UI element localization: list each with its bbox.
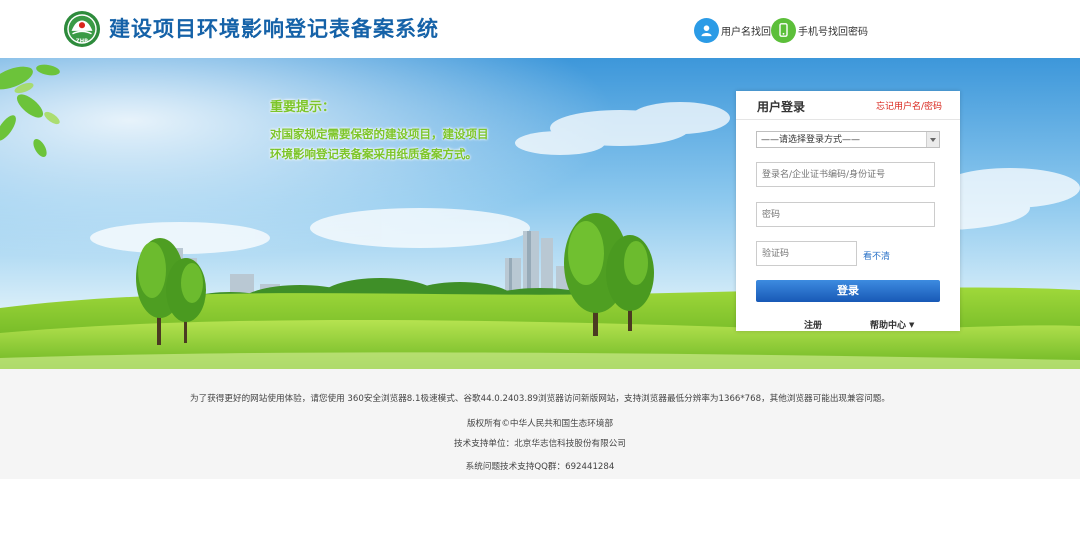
register-link[interactable]: 注册 [804,318,822,331]
zhb-emblem-icon: ZHB [63,10,101,48]
login-panel: 用户登录 忘记用户名/密码 ——请选择登录方式—— 看不清 登录 注册 帮助中心… [736,91,960,331]
login-button[interactable]: 登录 [756,280,940,302]
username-input[interactable] [756,162,935,187]
logo-text: ZHB [76,38,88,44]
qq-support-text: 系统问题技术支持QQ群：692441284 [465,462,615,472]
page-footer: 为了获得更好的网站使用体验，请您使用 360安全浏览器8.1极速模式、谷歌44.… [0,369,1080,479]
hero-banner: 重要提示： 对国家规定需要保密的建设项目，建设项目 环境影响登记表备案采用纸质备… [0,58,1080,369]
captcha-refresh-link[interactable]: 看不清 [863,249,890,262]
copyright-text: 版权所有©中华人民共和国生态环境部 [466,419,614,429]
notice-line: 环境影响登记表备案采用纸质备案方式。 [270,147,477,161]
mobile-phone-icon [771,17,796,43]
recover-password-label: 手机号找回密码 [798,26,868,38]
recover-username-link[interactable]: 用户名找回 [694,17,771,43]
forgot-credentials-link[interactable]: 忘记用户名/密码 [876,99,942,112]
caret-down-icon: ▼ [909,321,915,329]
site-title: 建设项目环境影响登记表备案系统 [109,17,439,41]
notice-line: 对国家规定需要保密的建设项目，建设项目 [270,127,489,141]
notice-body: 对国家规定需要保密的建设项目，建设项目 环境影响登记表备案采用纸质备案方式。 [270,124,530,164]
recover-password-by-phone-link[interactable]: 手机号找回密码 [771,17,868,43]
help-center-menu[interactable]: 帮助中心 ▼ [870,318,914,331]
user-icon [694,17,719,43]
login-method-select[interactable]: ——请选择登录方式—— [756,131,940,148]
tech-support-text: 技术支持单位：北京华志信科技股份有限公司 [454,439,626,449]
login-panel-header: 用户登录 忘记用户名/密码 [736,91,960,120]
browser-compat-notice: 为了获得更好的网站使用体验，请您使用 360安全浏览器8.1极速模式、谷歌44.… [190,394,890,404]
dropdown-arrow-icon [926,132,939,147]
login-title: 用户登录 [757,100,806,114]
login-method-selected: ——请选择登录方式—— [761,135,861,145]
captcha-input[interactable] [756,241,857,266]
recover-username-label: 用户名找回 [721,26,771,38]
password-input[interactable] [756,202,935,227]
top-header: ZHB 建设项目环境影响登记表备案系统 用户名找回 手机号找回密码 [0,0,1080,58]
help-center-label: 帮助中心 [870,321,907,331]
notice-title: 重要提示： [270,100,336,115]
important-notice: 重要提示： 对国家规定需要保密的建设项目，建设项目 环境影响登记表备案采用纸质备… [270,96,530,164]
